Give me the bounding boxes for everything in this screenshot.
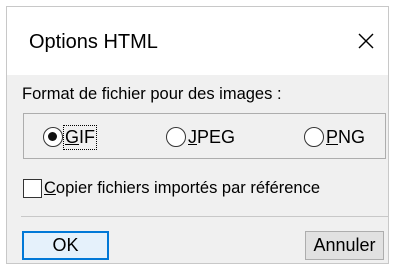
radio-jpeg[interactable]: JPEG (166, 125, 235, 149)
window-title: Options HTML (29, 31, 158, 53)
radio-gif-label: GIF (62, 124, 98, 150)
cancel-button[interactable]: Annuler (305, 231, 384, 260)
radio-gif-indicator (43, 127, 63, 147)
radio-jpeg-label: JPEG (188, 126, 236, 147)
radio-jpeg-indicator (166, 127, 186, 147)
radio-png-label: PNG (326, 126, 366, 147)
checkbox-label: Copier fichiers importés par référence (44, 179, 321, 197)
close-icon (358, 33, 374, 49)
close-button[interactable] (350, 25, 382, 57)
copy-imported-files-checkbox[interactable]: Copier fichiers importés par référence (23, 179, 320, 198)
radio-gif[interactable]: GIF (43, 124, 98, 150)
dialog-window: Options HTML Format de fichier pour des … (6, 6, 389, 264)
checkbox-indicator (23, 179, 42, 198)
separator (21, 216, 388, 217)
image-format-label: Format de fichier pour des images : (22, 85, 282, 103)
dialog-body: Format de fichier pour des images : GIF … (7, 75, 388, 263)
radio-png-indicator (304, 127, 324, 147)
title-bar: Options HTML (7, 7, 388, 75)
image-format-group: GIF JPEG PNG (23, 113, 386, 159)
radio-selected-dot (48, 132, 57, 141)
ok-button[interactable]: OK (22, 231, 109, 260)
radio-png[interactable]: PNG (304, 125, 365, 149)
